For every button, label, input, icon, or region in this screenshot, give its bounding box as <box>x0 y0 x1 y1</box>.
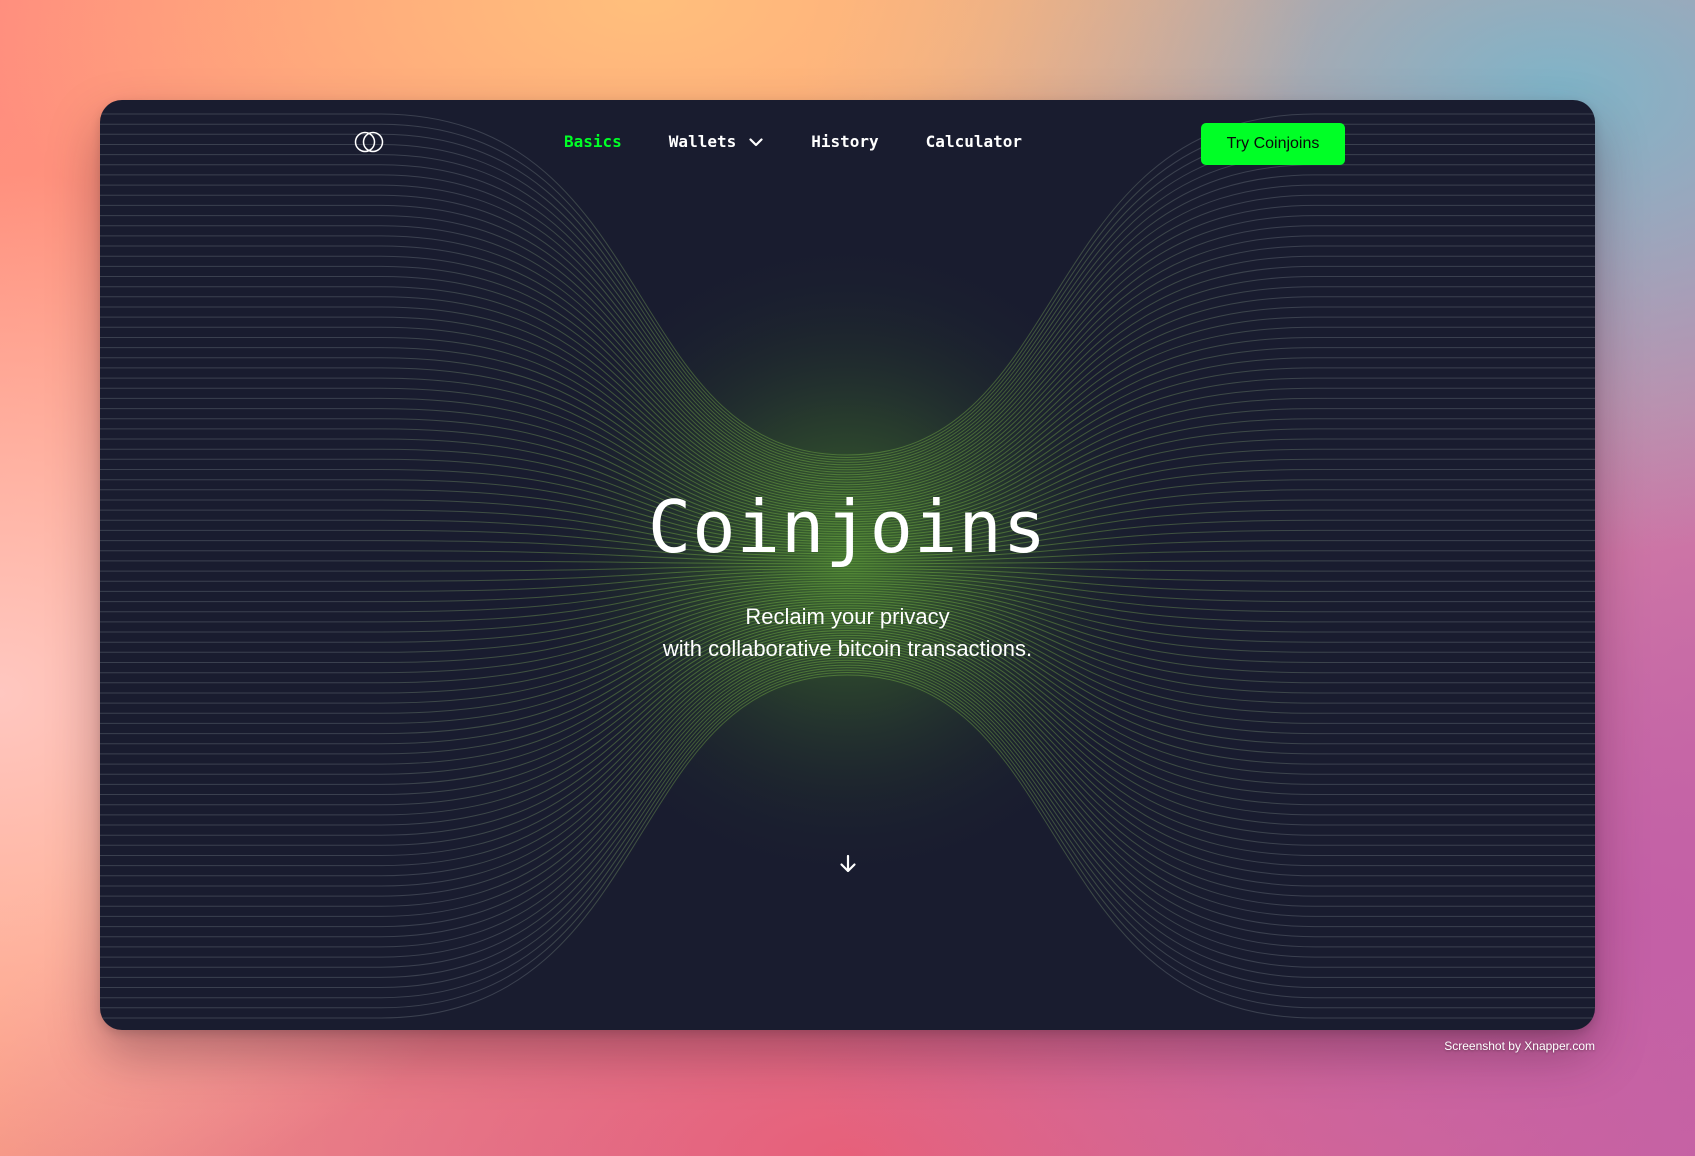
try-coinjoins-button[interactable]: Try Coinjoins <box>1201 123 1345 165</box>
screenshot-credit: Screenshot by Xnapper.com <box>1444 1039 1595 1053</box>
arrow-down-icon[interactable] <box>837 853 859 875</box>
nav-item-calculator[interactable]: Calculator <box>926 130 1022 154</box>
nav-item-calculator-label: Calculator <box>925 132 1022 151</box>
top-navigation: Basics Wallets History Calculator Try Co… <box>100 100 1595 190</box>
try-coinjoins-button-label: Try Coinjoins <box>1226 135 1320 152</box>
hero-subtitle-line2: with collaborative bitcoin transactions. <box>662 636 1033 661</box>
nav-item-wallets[interactable]: Wallets <box>669 130 764 154</box>
hero-subtitle-line1: Reclaim your privacy <box>745 604 950 629</box>
app-window: Basics Wallets History Calculator Try Co… <box>100 100 1595 1030</box>
nav-item-basics-label: Basics <box>564 132 622 151</box>
nav-item-history[interactable]: History <box>811 130 878 154</box>
hero-subtitle: Reclaim your privacy with collaborative … <box>100 601 1595 665</box>
nav-item-wallets-label: Wallets <box>668 132 737 151</box>
hero-title: Coinjoins <box>647 485 1048 569</box>
chevron-down-icon <box>749 138 763 147</box>
nav-links: Basics Wallets History Calculator <box>564 130 1069 154</box>
nav-item-history-label: History <box>811 132 879 151</box>
logo-icon[interactable] <box>354 131 384 153</box>
nav-item-basics[interactable]: Basics <box>564 130 622 154</box>
